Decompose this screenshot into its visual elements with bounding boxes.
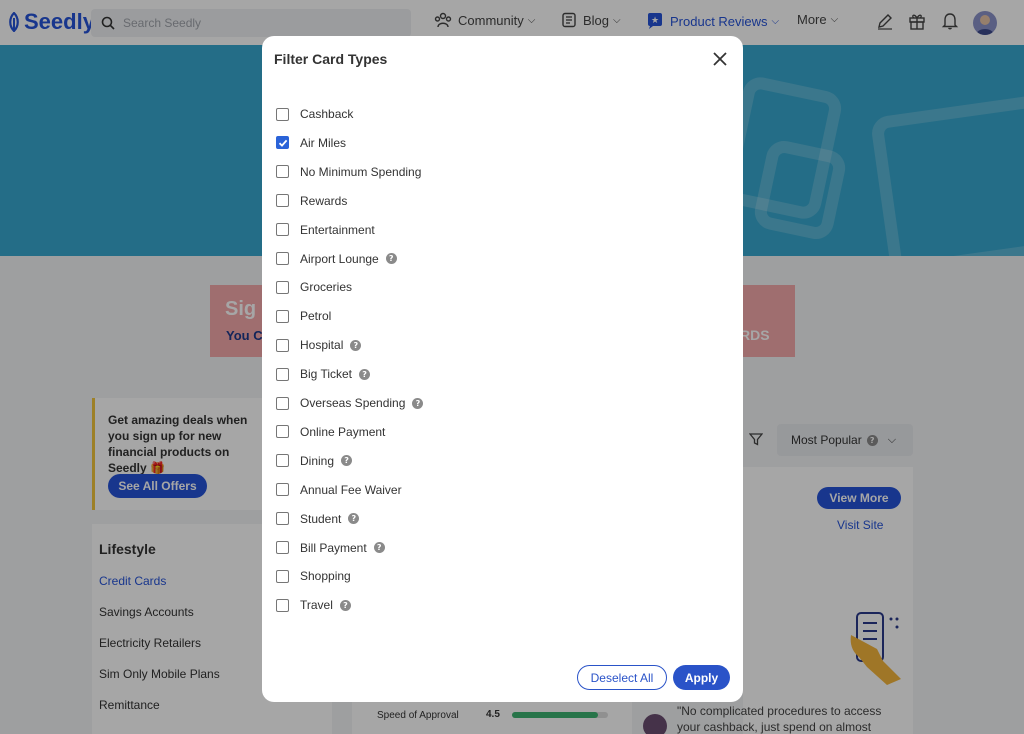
option-label: Online Payment: [300, 424, 386, 439]
close-icon[interactable]: [711, 50, 729, 68]
option-label: Bill Payment: [300, 540, 367, 555]
help-icon[interactable]: ?: [359, 368, 371, 380]
option-annual-fee-waiver[interactable]: Annual Fee Waiver: [276, 481, 402, 499]
option-travel[interactable]: Travel?: [276, 596, 351, 614]
checkbox[interactable]: [276, 541, 289, 554]
option-student[interactable]: Student?: [276, 510, 360, 528]
option-entertainment[interactable]: Entertainment: [276, 221, 375, 239]
checkbox[interactable]: [276, 107, 289, 121]
option-no-minimum-spending[interactable]: No Minimum Spending: [276, 163, 421, 181]
checkbox[interactable]: [276, 367, 289, 381]
option-label: Entertainment: [300, 222, 375, 237]
option-dining[interactable]: Dining?: [276, 452, 353, 470]
checkbox[interactable]: [276, 454, 289, 468]
help-icon[interactable]: ?: [339, 599, 351, 611]
option-label: Student: [300, 511, 342, 526]
option-air-miles[interactable]: Air Miles: [276, 134, 346, 152]
option-cashback[interactable]: Cashback: [276, 105, 353, 123]
help-icon[interactable]: ?: [350, 339, 362, 351]
apply-button[interactable]: Apply: [673, 665, 730, 690]
checkbox[interactable]: [276, 569, 289, 583]
checkbox[interactable]: [276, 223, 289, 237]
option-bill-payment[interactable]: Bill Payment?: [276, 539, 385, 557]
help-icon[interactable]: ?: [341, 455, 353, 467]
option-label: Air Miles: [300, 135, 347, 150]
deselect-all-button[interactable]: Deselect All: [577, 665, 667, 690]
checkbox[interactable]: [276, 598, 289, 612]
help-icon[interactable]: ?: [373, 542, 385, 553]
option-groceries[interactable]: Groceries: [276, 278, 352, 296]
checkbox[interactable]: [276, 338, 289, 352]
option-airport-lounge[interactable]: Airport Lounge?: [276, 250, 397, 268]
checkbox[interactable]: [276, 280, 289, 294]
option-label: Rewards: [300, 193, 348, 208]
filter-card-types-modal: Filter Card Types Cashback Air Miles No Mi…: [262, 36, 743, 702]
option-label: Travel: [300, 598, 333, 613]
option-petrol[interactable]: Petrol: [276, 307, 331, 325]
help-icon[interactable]: ?: [385, 253, 397, 264]
checkbox[interactable]: [276, 136, 289, 150]
option-label: Overseas Spending: [300, 396, 406, 410]
option-hospital[interactable]: Hospital?: [276, 336, 362, 354]
option-overseas-spending[interactable]: Overseas Spending?: [276, 394, 424, 412]
checkbox[interactable]: [276, 483, 289, 497]
option-label: Cashback: [300, 107, 354, 121]
option-label: Hospital: [300, 338, 344, 353]
checkmark-icon: [278, 139, 287, 147]
checkbox[interactable]: [276, 309, 289, 323]
option-shopping[interactable]: Shopping: [276, 567, 351, 585]
option-label: Groceries: [300, 280, 353, 295]
option-label: Shopping: [300, 569, 351, 584]
option-label: Annual Fee Waiver: [300, 482, 402, 497]
option-label: Petrol: [300, 309, 332, 324]
modal-title: Filter Card Types: [274, 51, 388, 67]
option-label: Airport Lounge: [300, 251, 379, 266]
option-label: Big Ticket: [300, 367, 353, 382]
option-label: No Minimum Spending: [300, 164, 422, 179]
checkbox[interactable]: [276, 512, 289, 526]
checkbox[interactable]: [276, 396, 289, 410]
checkbox[interactable]: [276, 194, 289, 208]
checkbox[interactable]: [276, 165, 289, 179]
option-online-payment[interactable]: Online Payment: [276, 423, 385, 441]
checkbox[interactable]: [276, 425, 289, 439]
help-icon[interactable]: ?: [348, 513, 360, 525]
checkbox[interactable]: [276, 252, 289, 265]
help-icon[interactable]: ?: [412, 397, 424, 409]
option-rewards[interactable]: Rewards: [276, 192, 347, 210]
option-label: Dining: [300, 453, 335, 468]
option-big-ticket[interactable]: Big Ticket?: [276, 365, 371, 383]
